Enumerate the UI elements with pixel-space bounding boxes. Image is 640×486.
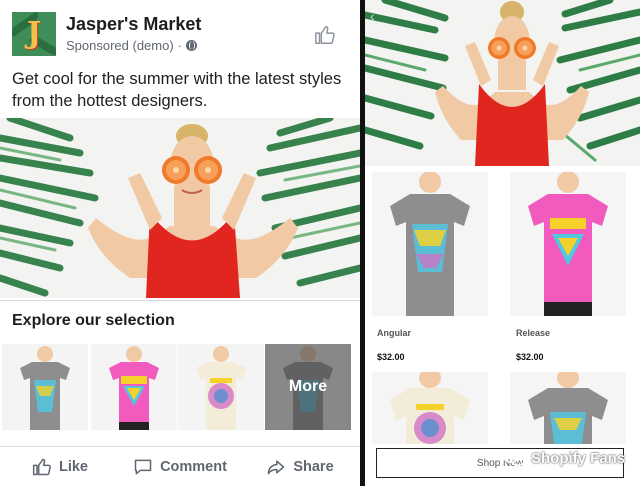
product-price: $32.00 (516, 352, 544, 362)
product-card-image[interactable] (372, 372, 488, 444)
product-thumb-more[interactable]: More (265, 344, 351, 430)
more-label[interactable]: More (265, 344, 351, 430)
product-card-image[interactable] (510, 372, 626, 444)
sponsored-label: Sponsored (demo) (66, 38, 174, 53)
watermark-text: Shopify Fans (531, 449, 626, 467)
sponsored-line: Sponsored (demo) · (66, 38, 198, 53)
share-label: Share (293, 459, 334, 475)
wechat-icon (502, 449, 526, 466)
section-title: Explore our selection (12, 312, 175, 329)
product-thumb[interactable] (91, 344, 177, 430)
jaspers-logo-icon[interactable]: J (12, 12, 56, 56)
hero-image[interactable] (0, 118, 360, 298)
separator-dot: · (177, 38, 183, 53)
watermark: Shopify Fans (502, 449, 625, 467)
product-thumb[interactable] (178, 344, 264, 430)
product-name: Angular (377, 328, 412, 338)
back-chevron-icon[interactable]: ‹ (370, 8, 375, 24)
divider (0, 446, 360, 447)
thumbs-up-icon (32, 458, 51, 476)
ad-caption: Get cool for the summer with the latest … (12, 70, 342, 110)
thumbs-up-icon[interactable] (314, 24, 336, 46)
canvas-hero-image[interactable] (365, 0, 640, 166)
comment-label: Comment (160, 459, 227, 475)
facebook-ad-card: J Jasper's Market Sponsored (demo) · Get… (0, 0, 360, 486)
globe-icon (186, 40, 198, 51)
product-card-image[interactable] (510, 172, 626, 316)
share-arrow-icon (268, 460, 285, 475)
like-button[interactable]: Like (0, 448, 120, 486)
screenshot-root: J Jasper's Market Sponsored (demo) · Get… (0, 0, 640, 486)
comment-icon (134, 459, 152, 475)
product-card-image[interactable] (372, 172, 488, 316)
comment-button[interactable]: Comment (120, 448, 240, 486)
product-price: $32.00 (377, 352, 405, 362)
action-bar: Like Comment Share (0, 448, 360, 486)
divider (0, 300, 360, 301)
like-label: Like (58, 459, 88, 475)
page-name[interactable]: Jasper's Market (66, 14, 201, 35)
share-button[interactable]: Share (240, 448, 360, 486)
product-thumb[interactable] (2, 344, 88, 430)
product-name: Release (516, 328, 551, 338)
